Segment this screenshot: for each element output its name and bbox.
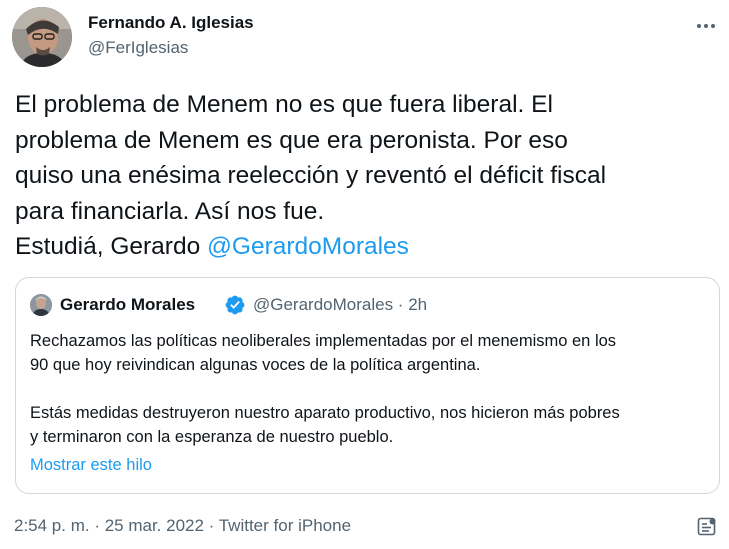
more-dot <box>697 24 701 28</box>
tweet-closing-line: Estudiá, Gerardo @GerardoMorales <box>15 229 720 265</box>
author-avatar[interactable] <box>12 7 72 67</box>
quoted-author-avatar <box>30 294 52 316</box>
quoted-line: 90 que hoy reivindican algunas voces de … <box>30 356 481 374</box>
tweet-timestamp-source[interactable]: 2:54 p. m. · 25 mar. 2022 · Twitter for … <box>14 516 351 536</box>
more-horizontal-icon[interactable] <box>695 15 717 37</box>
quoted-tweet-card[interactable]: Gerardo Morales @GerardoMorales · 2h Rec… <box>15 277 720 494</box>
author-handle[interactable]: @FerIglesias <box>88 38 188 58</box>
quoted-line: Estás medidas destruyeron nuestro aparat… <box>30 404 620 422</box>
more-dot <box>704 24 708 28</box>
tweet-header: Fernando A. Iglesias @FerIglesias <box>12 7 717 67</box>
author-name[interactable]: Fernando A. Iglesias <box>88 13 254 33</box>
show-thread-link[interactable]: Mostrar este hilo <box>30 456 152 475</box>
tweet-text: El problema de Menem no es que fuera lib… <box>15 87 720 265</box>
quoted-handle-time: @GerardoMorales · 2h <box>253 295 428 314</box>
quoted-tweet-header: Gerardo Morales @GerardoMorales · 2h <box>30 294 700 318</box>
tweet-line: El problema de Menem no es que fuera lib… <box>15 91 553 118</box>
tweet-line: problema de Menem es que era peronista. … <box>15 126 568 154</box>
mention-link[interactable]: @GerardoMorales <box>207 233 409 260</box>
quoted-tweet-text: Rechazamos las políticas neoliberales im… <box>30 329 710 449</box>
verified-badge-icon <box>225 295 245 315</box>
tweet-line: quiso una enésima reelección y reventó e… <box>15 162 607 189</box>
tweet-line: para financiarla. Así nos fue. <box>15 197 325 225</box>
quoted-author-name: Gerardo Morales <box>60 295 196 314</box>
analytics-icon[interactable] <box>697 517 717 537</box>
quoted-line: y terminaron con la esperanza de nuestro… <box>30 428 394 446</box>
quoted-line: Rechazamos las políticas neoliberales im… <box>30 332 617 350</box>
tweet-closing-text: Estudiá, Gerardo <box>15 233 208 260</box>
more-dot <box>711 24 715 28</box>
